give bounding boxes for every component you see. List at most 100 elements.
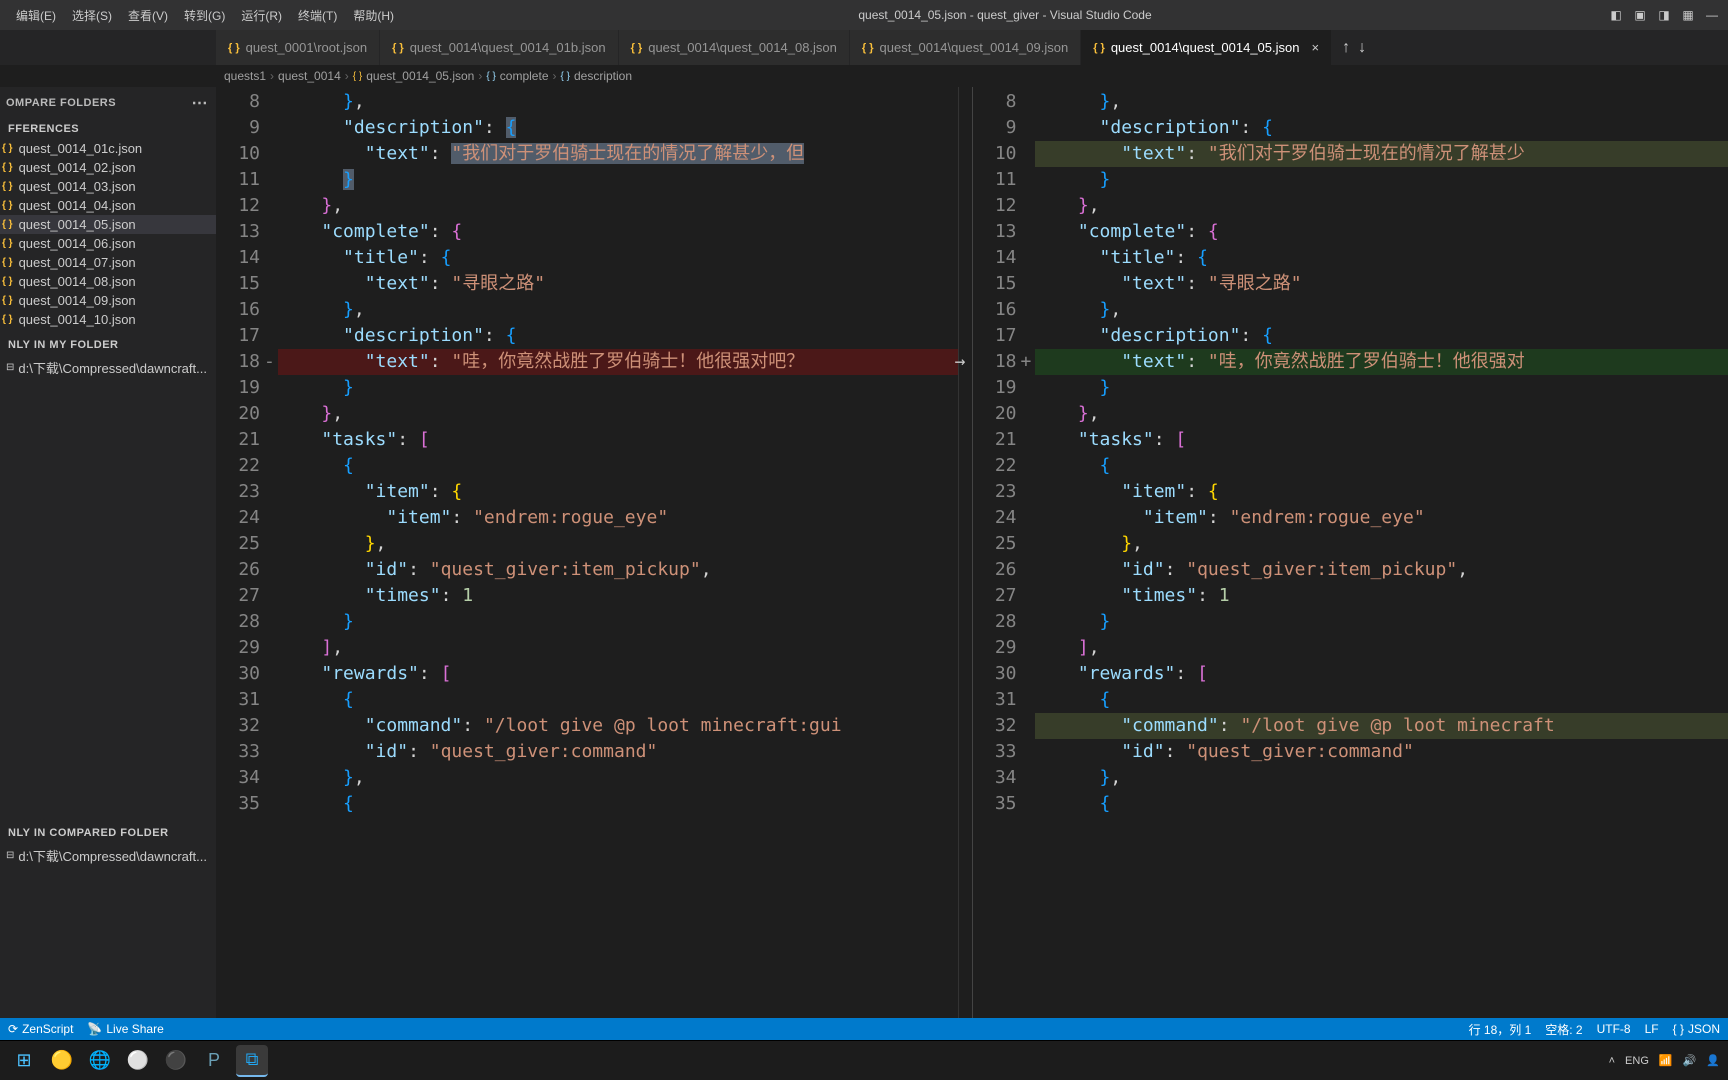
tab-09[interactable]: { } quest_0014\quest_0014_09.json (850, 30, 1081, 65)
file-item[interactable]: { } quest_0014_04.json (0, 196, 216, 215)
file-name: quest_0014_01c.json (19, 141, 143, 156)
editor-right[interactable]: 8910111213141516171819202122232425262728… (973, 87, 1728, 1018)
menu-edit[interactable]: 编辑(E) (8, 7, 64, 24)
tab-05[interactable]: { } quest_0014\quest_0014_05.json × (1081, 30, 1332, 65)
bc-item[interactable]: quests1 (224, 69, 266, 83)
json-icon: { } (2, 276, 13, 287)
file-item[interactable]: { }quest_0014_01c.json (0, 139, 216, 158)
code-content[interactable]: }, "description": { "text": "我们对于罗伯骑士现在的… (278, 87, 958, 1018)
code-content[interactable]: }, "description": { "text": "我们对于罗伯骑士现在的… (1035, 87, 1728, 1018)
json-icon: { } (353, 71, 362, 82)
file-name: quest_0014_05.json (19, 217, 136, 232)
tray-chevron-icon[interactable]: ˄ (1609, 1055, 1615, 1067)
section-only-compared[interactable]: NLY IN COMPARED FOLDER (0, 823, 216, 843)
json-icon: { } (486, 71, 495, 82)
sidebar-title: OMPARE FOLDERS (6, 97, 116, 109)
json-icon: { } (2, 219, 13, 230)
json-icon: { } (1093, 42, 1105, 54)
chevron-right-icon: › (478, 69, 482, 83)
file-item[interactable]: { } quest_0014_08.json (0, 272, 216, 291)
app-edge[interactable]: 🌐 (84, 1045, 116, 1077)
app-copilot[interactable]: 🟡 (46, 1045, 78, 1077)
file-name: quest_0014_04.json (19, 198, 136, 213)
chevron-right-icon: › (345, 69, 349, 83)
json-icon: { } (2, 200, 13, 211)
section-differences[interactable]: FFERENCES (0, 119, 216, 139)
tab-01b[interactable]: { } quest_0014\quest_0014_01b.json (380, 30, 619, 65)
layout-secondary-icon[interactable]: ◨ (1656, 7, 1672, 23)
status-position[interactable]: 行 18，列 1 (1469, 1021, 1532, 1038)
zen-icon: ⟳ (8, 1022, 18, 1036)
menu-run[interactable]: 运行(R) (233, 7, 290, 24)
more-icon[interactable]: ⋯ (192, 93, 209, 113)
json-icon: { } (2, 181, 13, 192)
json-icon: { } (1673, 1022, 1684, 1036)
json-icon: { } (228, 42, 240, 54)
tab-root[interactable]: { } quest_0001\root.json (216, 30, 380, 65)
status-zen[interactable]: ⟳ ZenScript (8, 1022, 73, 1036)
line-gutter: 8910111213141516171819202122232425262728… (973, 87, 1035, 1018)
tab-label: quest_0014\quest_0014_09.json (880, 40, 1069, 55)
file-item[interactable]: { }quest_0014_10.json (0, 310, 216, 329)
menu-help[interactable]: 帮助(H) (345, 7, 402, 24)
section-only-my[interactable]: NLY IN MY FOLDER (0, 335, 216, 355)
file-name: quest_0014_08.json (19, 274, 136, 289)
tray-wifi-icon[interactable]: 📶 (1659, 1054, 1673, 1067)
folder-row[interactable]: ⊟ d:\下载\Compressed\dawncraft... (0, 843, 216, 868)
chevron-right-icon: ⊟ (6, 850, 14, 861)
status-encoding[interactable]: UTF-8 (1597, 1022, 1631, 1036)
tab-08[interactable]: { } quest_0014\quest_0014_08.json (619, 30, 850, 65)
file-item[interactable]: { }quest_0014_07.json (0, 253, 216, 272)
folder-path: d:\下载\Compressed\dawncraft... (18, 358, 207, 377)
menu-select[interactable]: 选择(S) (64, 7, 120, 24)
json-icon: { } (862, 42, 874, 54)
minimize-icon[interactable]: — (1704, 7, 1720, 23)
file-name: quest_0014_07.json (19, 255, 136, 270)
layout-custom-icon[interactable]: ▦ (1680, 7, 1696, 23)
json-icon: { } (2, 162, 13, 173)
app-unknown3[interactable]: P (198, 1045, 230, 1077)
json-icon: { } (2, 295, 13, 306)
tray-ime[interactable]: ENG (1625, 1055, 1649, 1067)
tray-volume-icon[interactable]: 🔊 (1683, 1054, 1697, 1067)
layout-primary-icon[interactable]: ◧ (1608, 7, 1624, 23)
status-eol[interactable]: LF (1645, 1022, 1659, 1036)
menu-view[interactable]: 查看(V) (120, 7, 176, 24)
tray-user-icon[interactable]: 👤 (1706, 1054, 1720, 1067)
app-vscode[interactable]: ⧉ (236, 1045, 268, 1077)
json-icon: { } (2, 314, 13, 325)
status-bar: ⟳ ZenScript 📡 Live Share 行 18，列 1 空格: 2 … (0, 1018, 1728, 1040)
status-liveshare[interactable]: 📡 Live Share (87, 1022, 163, 1036)
window-title: quest_0014_05.json - quest_giver - Visua… (402, 8, 1608, 22)
close-icon[interactable]: × (1311, 40, 1319, 55)
app-unknown1[interactable]: ⚪ (122, 1045, 154, 1077)
file-item[interactable]: { }quest_0014_09.json (0, 291, 216, 310)
file-item[interactable]: { }quest_0014_02.json (0, 158, 216, 177)
minimap[interactable] (958, 87, 972, 1018)
status-language[interactable]: { } JSON (1673, 1022, 1720, 1036)
tab-label: quest_0001\root.json (246, 40, 367, 55)
sidebar: OMPARE FOLDERS ⋯ FFERENCES { }quest_0014… (0, 87, 216, 1018)
start-button[interactable]: ⊞ (8, 1045, 40, 1077)
tab-label: quest_0014\quest_0014_01b.json (410, 40, 606, 55)
app-unknown2[interactable]: ⚫ (160, 1045, 192, 1077)
layout-panel-icon[interactable]: ▣ (1632, 7, 1648, 23)
file-item[interactable]: { }quest_0014_03.json (0, 177, 216, 196)
bc-item[interactable]: quest_0014_05.json (366, 69, 474, 83)
tab-label: quest_0014\quest_0014_08.json (648, 40, 837, 55)
file-item[interactable]: { } quest_0014_05.json (0, 215, 216, 234)
editor-left[interactable]: 8910111213141516171819202122232425262728… (216, 87, 972, 1018)
prev-diff-icon[interactable]: ↑ (1342, 39, 1350, 57)
menu-terminal[interactable]: 终端(T) (290, 7, 345, 24)
next-diff-icon[interactable]: ↓ (1358, 39, 1366, 57)
bc-item[interactable]: quest_0014 (278, 69, 341, 83)
bc-item[interactable]: description (574, 69, 632, 83)
status-spaces[interactable]: 空格: 2 (1545, 1021, 1582, 1038)
file-name: quest_0014_06.json (19, 236, 136, 251)
broadcast-icon: 📡 (87, 1022, 102, 1036)
chevron-right-icon: ⊟ (6, 362, 14, 373)
bc-item[interactable]: complete (500, 69, 549, 83)
file-item[interactable]: { }quest_0014_06.json (0, 234, 216, 253)
folder-row[interactable]: ⊟ d:\下载\Compressed\dawncraft... (0, 355, 216, 380)
menu-go[interactable]: 转到(G) (176, 7, 233, 24)
